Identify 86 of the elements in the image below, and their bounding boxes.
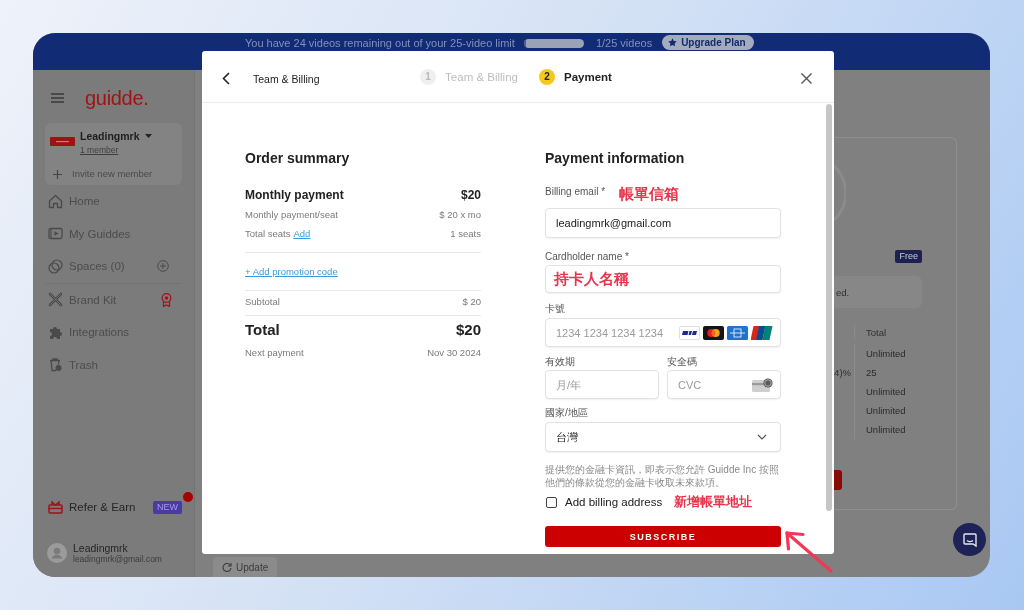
close-icon: [801, 73, 812, 84]
security-code-field[interactable]: CVC: [667, 370, 781, 399]
card-logo-icon: [679, 325, 700, 340]
usage-count: 1/25 videos: [595, 37, 653, 50]
row-label: Total seats: [245, 227, 291, 241]
chevron-down-icon: [757, 434, 767, 440]
chevron-left-icon: [222, 72, 230, 85]
member-count-link[interactable]: 1 member: [80, 144, 119, 156]
annotation-label: 新增帳單地址: [674, 493, 753, 511]
promotion-code-link[interactable]: + Add promotion code: [245, 265, 338, 279]
row-label: Monthly payment/seat: [245, 208, 338, 222]
row-label: Subtotal: [245, 295, 280, 309]
refresh-icon: [222, 562, 232, 572]
puzzle-icon: [48, 324, 63, 340]
award-icon: [161, 292, 172, 307]
field-label: 卡號: [545, 302, 565, 316]
row-value: $ 20: [462, 295, 481, 309]
step-number: 2: [538, 68, 555, 85]
table-cell-text: Unlimited: [865, 405, 906, 416]
row-label: Next payment: [245, 346, 304, 360]
section-title: Order summary: [245, 149, 350, 167]
plan-label: Monthly payment: [245, 187, 344, 203]
plan-badge: Free: [895, 250, 922, 263]
add-seats-link[interactable]: Add: [293, 227, 311, 241]
circle-outline-drawing: [834, 165, 846, 221]
notification-dot-icon: [183, 492, 193, 502]
chat-icon: [962, 532, 977, 547]
overlapping-circles-icon: [48, 258, 63, 274]
plan-amount: $20: [460, 187, 481, 203]
checkbox-label: Add billing address: [565, 496, 663, 508]
cardholder-name-field[interactable]: 持卡人名稱: [545, 265, 781, 293]
workspace-switcher[interactable]: Leadingmrk: [80, 130, 152, 142]
notice-text: ed.: [836, 286, 850, 298]
table-cell: 4)%: [834, 367, 851, 378]
table-cell-text: Unlimited: [865, 424, 906, 435]
consent-text: 提供您的金融卡資訊，即表示您允許 Guidde Inc 按照他們的條款從您的金融卡收取未來款項。: [545, 463, 780, 489]
step-label: Team & Billing: [445, 70, 518, 83]
user-email: leadingmrk@gmail.com: [73, 553, 162, 565]
gift-icon: [48, 500, 63, 514]
field-label: 安全碼: [667, 355, 698, 369]
card-logo-icon: [751, 325, 773, 340]
expiry-date-field[interactable]: 月/年: [545, 370, 659, 399]
caret-icon: [144, 134, 152, 138]
home-icon: [48, 193, 63, 209]
country-select[interactable]: 台灣: [545, 422, 781, 452]
dialog-title: Team & Billing: [253, 72, 320, 85]
table-cell-text: Unlimited: [865, 348, 906, 359]
card-back-icon: [752, 377, 773, 392]
field-label: 國家/地區: [545, 406, 588, 420]
column-header: Total: [865, 326, 887, 338]
video-icon: [48, 226, 63, 242]
close-button[interactable]: [801, 73, 812, 84]
trash-icon: [48, 357, 63, 373]
row-value: $ 20 x mo: [439, 208, 481, 222]
upgrade-plan-button[interactable]: Upgrade Plan: [662, 35, 754, 50]
logo-wordmark[interactable]: guidde.: [85, 88, 149, 108]
checkbox[interactable]: [546, 496, 557, 508]
annotation-label: 持卡人名稱: [554, 270, 629, 288]
back-button[interactable]: [220, 72, 232, 85]
plus-icon: [53, 169, 62, 179]
row-value: 1 seats: [450, 227, 481, 241]
scrollbar-thumb[interactable]: [826, 104, 832, 511]
avatar-icon: [47, 543, 67, 563]
field-label: 有效期: [545, 355, 576, 369]
new-badge: NEW: [153, 500, 182, 514]
total-amount: $20: [455, 320, 481, 340]
table-cell-text: Unlimited: [865, 386, 906, 397]
button-edge-drawing: [834, 470, 842, 490]
banner-message: You have 24 videos remaining out of your 25-video limit: [245, 37, 515, 50]
step-label: Payment: [563, 70, 612, 83]
subscribe-button[interactable]: SUBSCRIBE: [545, 526, 781, 547]
update-button[interactable]: Update: [213, 557, 278, 577]
row-value: Nov 30 2024: [427, 346, 481, 360]
annotation-label: 帳單信箱: [619, 185, 680, 203]
annotation-arrow: [783, 528, 835, 574]
field-label: Billing email *: [545, 185, 606, 199]
tools-icon: [48, 292, 63, 308]
refer-earn-link[interactable]: Refer & Earn NEW: [33, 492, 194, 522]
email-field[interactable]: leadingmrk@gmail.com: [545, 208, 781, 238]
workspace-logo-icon: [50, 137, 75, 146]
star-icon: [668, 38, 678, 47]
user-name: Leadingmrk: [73, 541, 129, 554]
table-cell-text: 25: [865, 367, 877, 378]
field-label: Cardholder name *: [545, 250, 629, 264]
total-label: Total: [245, 320, 280, 340]
section-title: Payment information: [545, 149, 685, 167]
